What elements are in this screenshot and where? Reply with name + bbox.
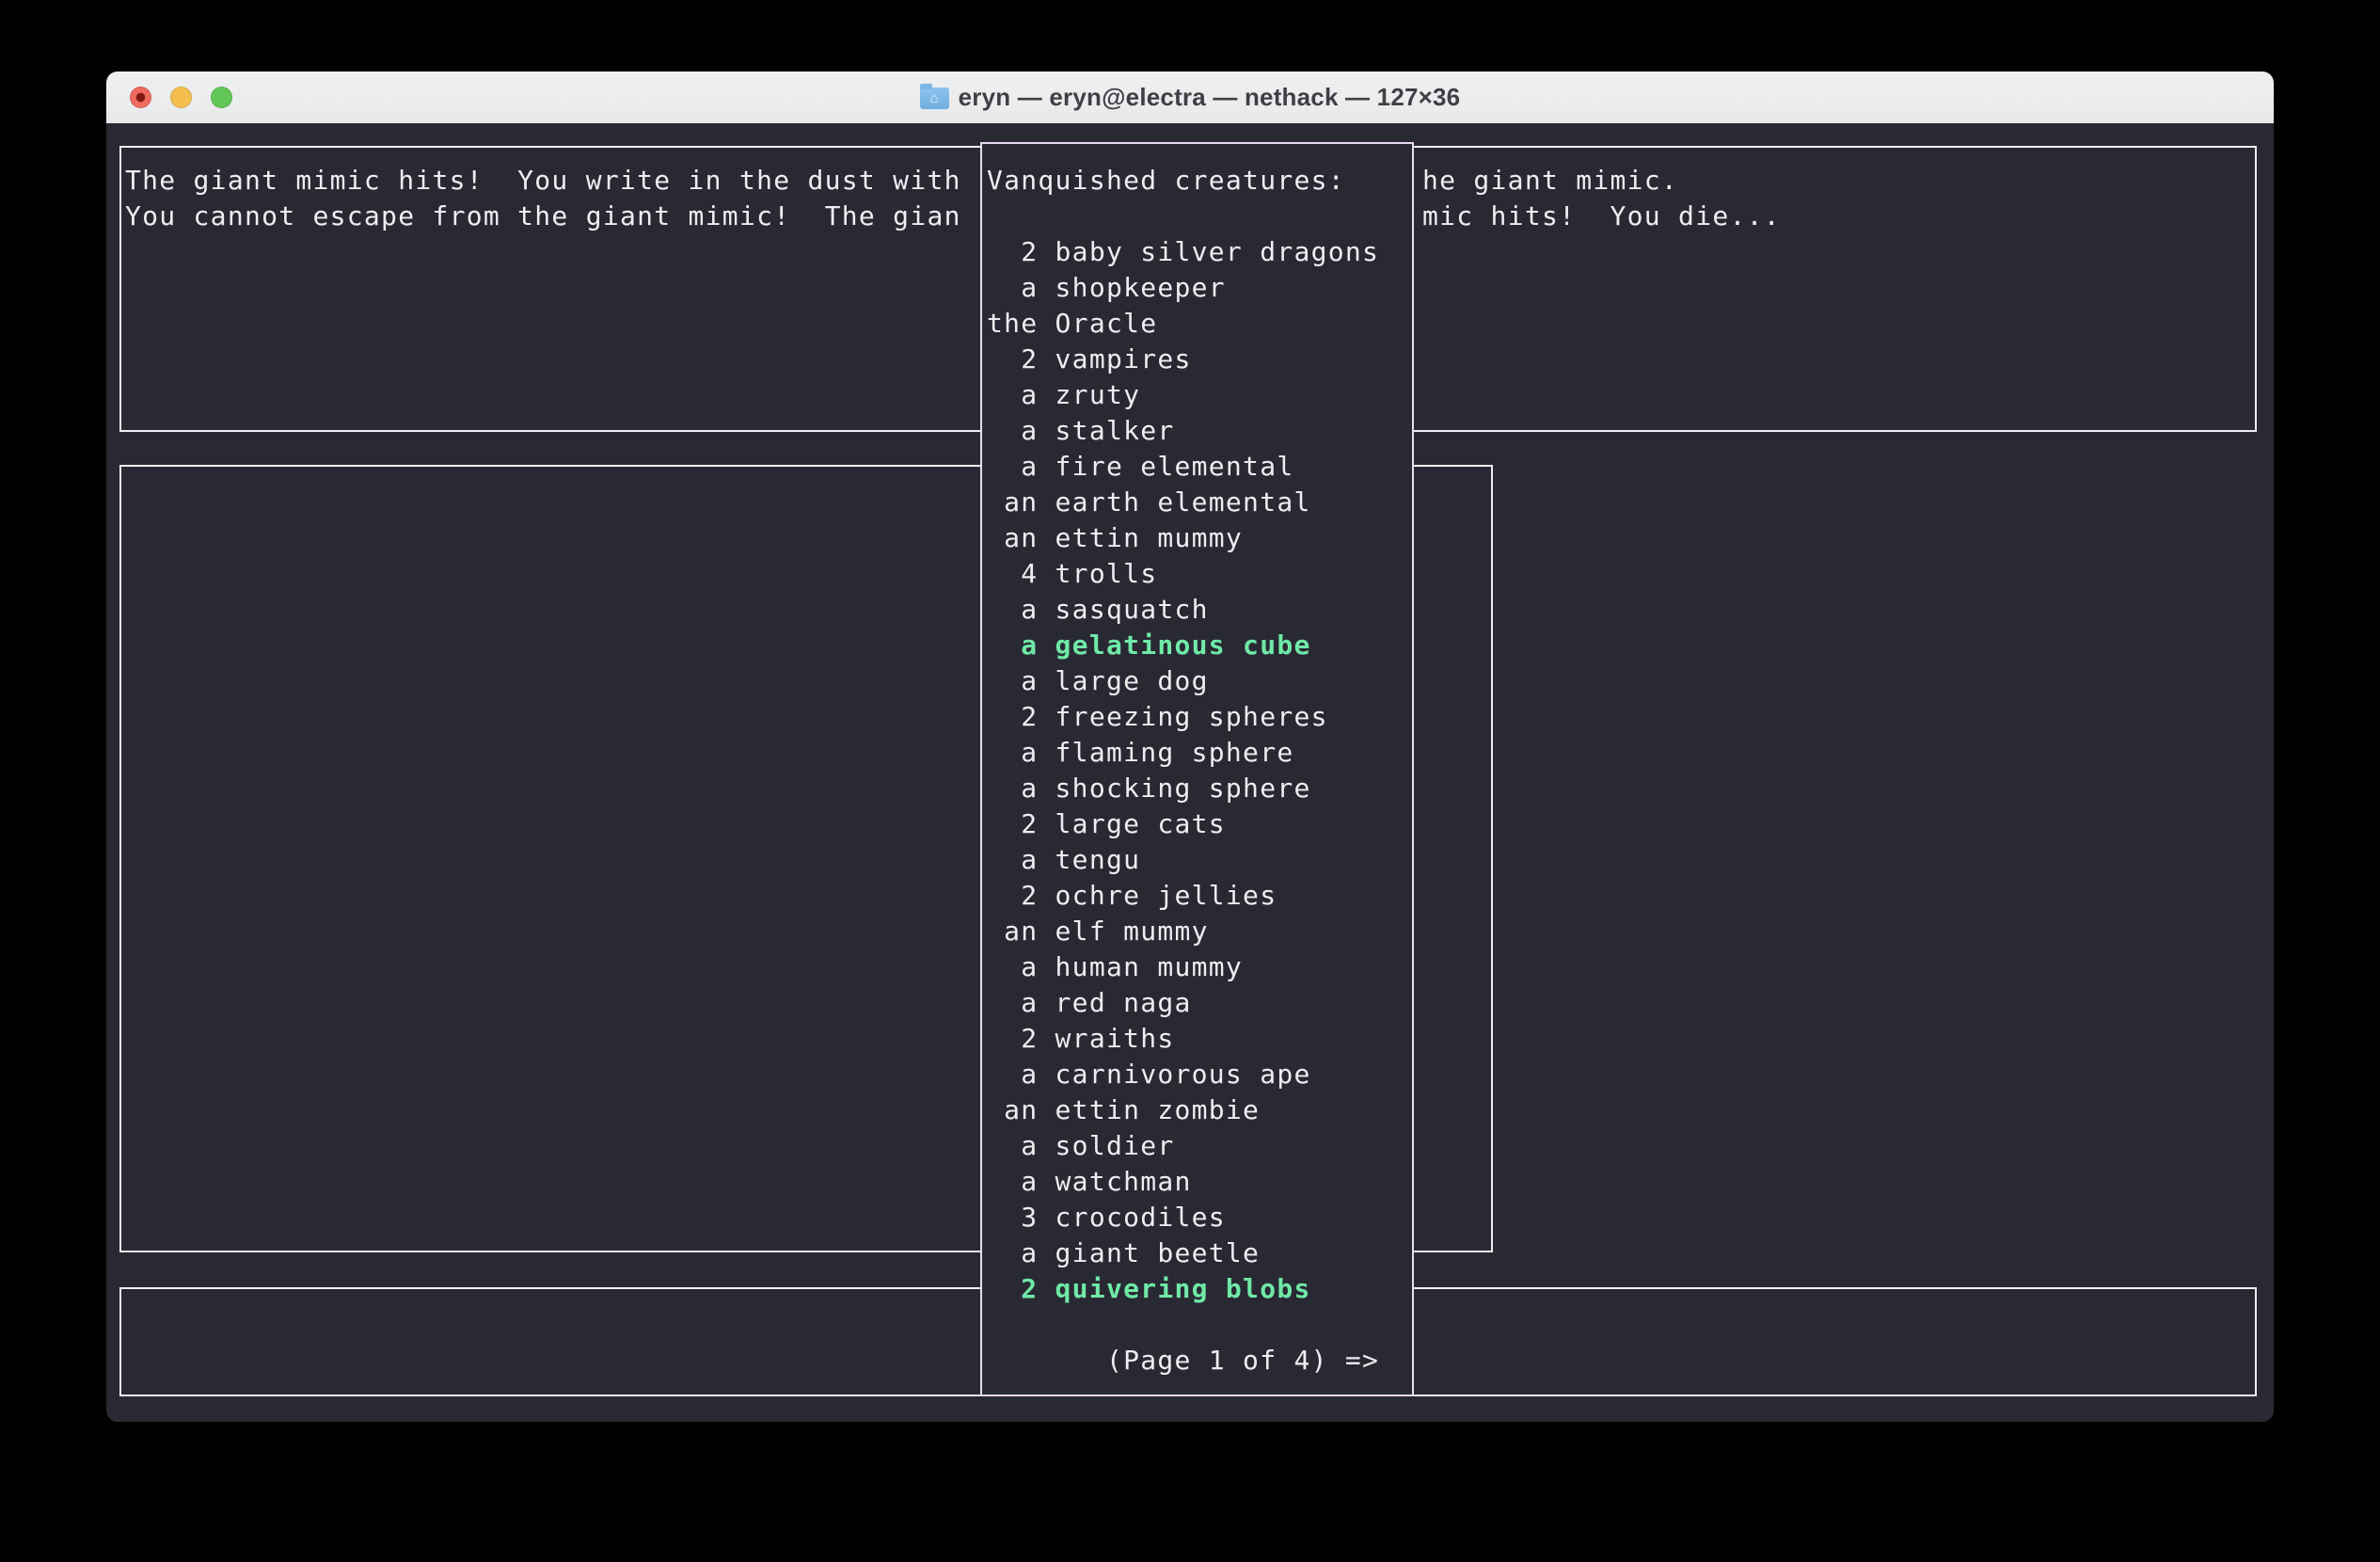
menu-item: 2 wraiths	[987, 1021, 1379, 1057]
menu-item: an earth elemental	[987, 485, 1379, 520]
menu-item: a gelatinous cube	[987, 628, 1379, 663]
menu-item: a zruty	[987, 377, 1379, 413]
page-indicator: (Page 1 of 4) =>	[987, 1343, 1379, 1379]
message-line-2-left: You cannot escape from the giant mimic! …	[125, 199, 961, 234]
menu-item: a human mummy	[987, 949, 1379, 985]
zoom-button[interactable]	[211, 87, 232, 108]
terminal-window: ⌂ eryn — eryn@electra — nethack — 127×36…	[106, 72, 2274, 1422]
menu-item: a stalker	[987, 413, 1379, 449]
menu-item: an ettin zombie	[987, 1092, 1379, 1128]
menu-item: 4 trolls	[987, 556, 1379, 592]
menu-items: 2 baby silver dragons a shopkeeperthe Or…	[987, 234, 1379, 1307]
menu-item: an elf mummy	[987, 914, 1379, 949]
menu-item: 2 vampires	[987, 342, 1379, 377]
menu-item: a flaming sphere	[987, 735, 1379, 771]
menu-item: 2 quivering blobs	[987, 1271, 1379, 1307]
window-title-text: eryn — eryn@electra — nethack — 127×36	[959, 83, 1461, 112]
close-button[interactable]	[130, 87, 151, 108]
folder-home-icon: ⌂	[920, 88, 949, 109]
menu-item: a sasquatch	[987, 592, 1379, 628]
message-line-1-left: The giant mimic hits! You write in the d…	[125, 163, 961, 199]
message-line-1-right: he giant mimic.	[1422, 163, 1678, 199]
menu-item: 2 large cats	[987, 806, 1379, 842]
menu-item: a shocking sphere	[987, 771, 1379, 806]
menu-title: Vanquished creatures:	[987, 163, 1345, 199]
menu-item: 2 freezing spheres	[987, 699, 1379, 735]
menu-item: a red naga	[987, 985, 1379, 1021]
menu-item: a large dog	[987, 663, 1379, 699]
desktop: ⌂ eryn — eryn@electra — nethack — 127×36…	[0, 0, 2380, 1562]
menu-item: a shopkeeper	[987, 270, 1379, 306]
minimize-button[interactable]	[170, 87, 192, 108]
window-titlebar[interactable]: ⌂ eryn — eryn@electra — nethack — 127×36	[106, 72, 2274, 124]
menu-item: an ettin mummy	[987, 520, 1379, 556]
menu-item: 3 crocodiles	[987, 1200, 1379, 1235]
window-controls	[130, 72, 232, 123]
menu-item: a carnivorous ape	[987, 1057, 1379, 1092]
message-line-2-right: mic hits! You die...	[1422, 199, 1781, 234]
menu-item: a giant beetle	[987, 1235, 1379, 1271]
menu-item: the Oracle	[987, 306, 1379, 342]
vanquished-creatures-menu: Vanquished creatures: 2 baby silver drag…	[980, 142, 1414, 1396]
menu-item: a watchman	[987, 1164, 1379, 1200]
menu-item: 2 ochre jellies	[987, 878, 1379, 914]
window-title: ⌂ eryn — eryn@electra — nethack — 127×36	[920, 83, 1461, 112]
terminal-screen[interactable]: The giant mimic hits! You write in the d…	[106, 123, 2274, 1422]
menu-item: 2 baby silver dragons	[987, 234, 1379, 270]
menu-item: a tengu	[987, 842, 1379, 878]
menu-item: a fire elemental	[987, 449, 1379, 485]
menu-item: a soldier	[987, 1128, 1379, 1164]
